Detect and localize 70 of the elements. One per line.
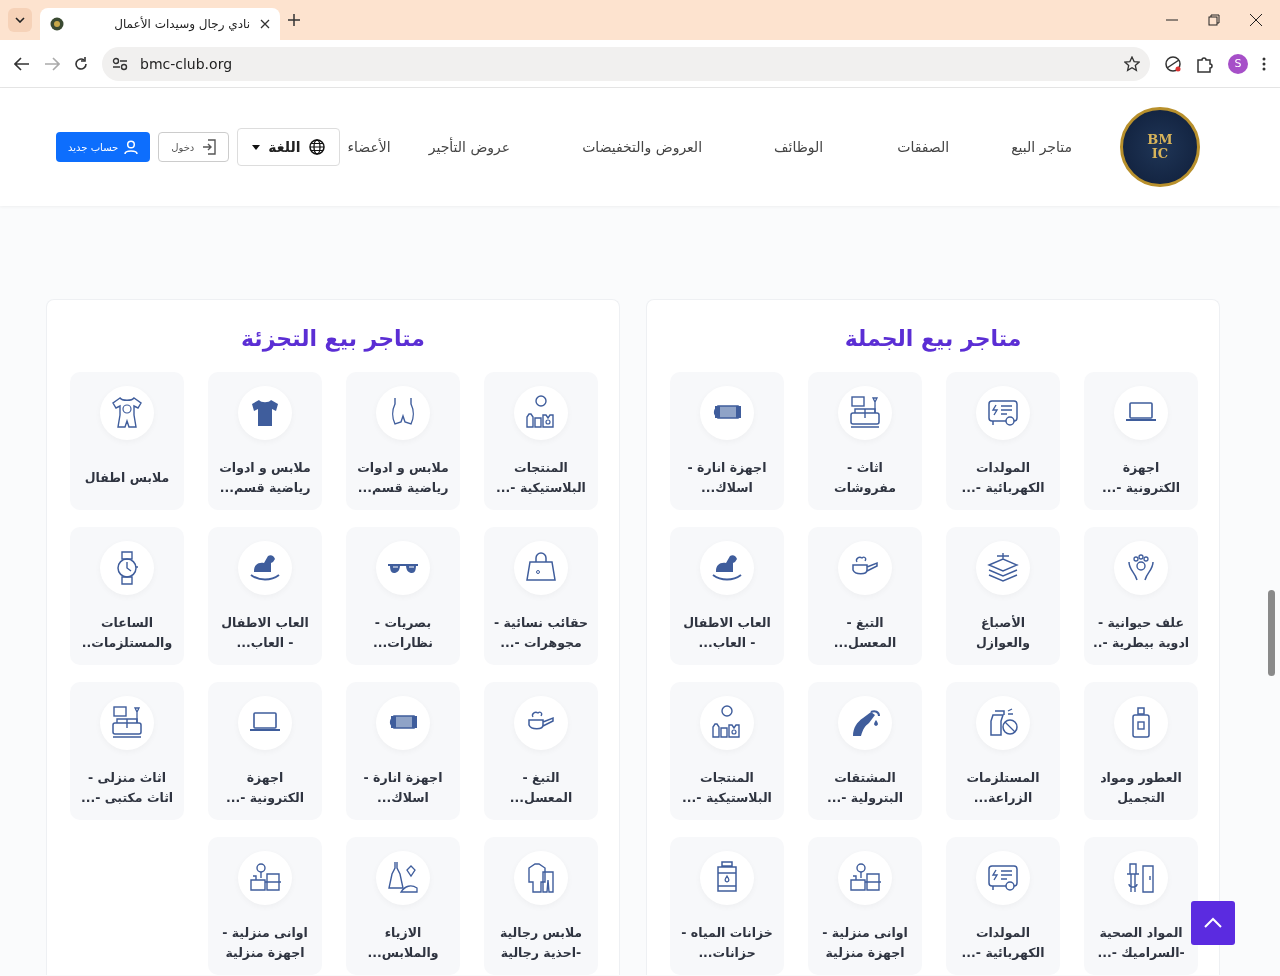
category-tile[interactable]: التبغ - المعسل... bbox=[808, 527, 922, 665]
caret-icon bbox=[252, 144, 261, 150]
panel-title: متاجر بيع الجملة bbox=[843, 325, 1023, 354]
site-logo-icon bbox=[50, 17, 64, 31]
close-icon[interactable] bbox=[1250, 14, 1262, 26]
category-tile[interactable]: اثاث - مفروشات bbox=[808, 372, 922, 510]
reload-icon[interactable] bbox=[74, 56, 88, 71]
category-tile[interactable]: ملابس رجالية -احذية رجالية bbox=[484, 837, 598, 975]
language-dropdown[interactable]: اللغة bbox=[237, 128, 340, 166]
category-tile[interactable]: اوانى منزلية - اجهزة منزلية bbox=[808, 837, 922, 975]
url-text: bmc-club.org bbox=[140, 55, 234, 72]
user-icon bbox=[124, 140, 139, 154]
category-tile[interactable]: الأصباغ والعوازل bbox=[946, 527, 1060, 665]
category-tile[interactable]: خزانات المياه - حزانات... bbox=[670, 837, 784, 975]
category-tile[interactable]: الساعات والمستلزمات.. bbox=[70, 527, 184, 665]
site-settings-icon[interactable] bbox=[112, 56, 128, 71]
category-tile[interactable]: المواد الصحية -السراميك -... bbox=[1084, 837, 1198, 975]
sunglasses-icon bbox=[388, 562, 418, 574]
category-tile[interactable]: اجهزة الكترونية -... bbox=[208, 682, 322, 820]
category-tile[interactable]: العاب الاطفال - العاب... bbox=[670, 527, 784, 665]
profile-avatar[interactable]: S bbox=[1228, 53, 1248, 74]
menu-icon[interactable] bbox=[1262, 56, 1266, 71]
category-tile[interactable]: المشتقات البترولية -... bbox=[808, 682, 922, 820]
category-tile[interactable]: اجهزة انارة - اسلاك... bbox=[670, 372, 784, 510]
extension-icon[interactable] bbox=[1164, 54, 1182, 73]
browser-tab[interactable]: نادي رجال وسيدات الأعمال bbox=[40, 8, 280, 40]
category-tile[interactable]: المنتجات البلاستيكية -... bbox=[484, 372, 598, 510]
category-tile[interactable]: بصريات - نظارات... bbox=[346, 527, 460, 665]
scrollbar[interactable] bbox=[1268, 590, 1275, 676]
nav-link[interactable]: العروض والتخفيضات bbox=[582, 139, 703, 155]
nav-link[interactable]: متاجر البيع bbox=[1011, 139, 1072, 155]
chevron-up-icon bbox=[1203, 917, 1223, 929]
category-tile[interactable]: اوانى منزلية - اجهزة منزلية bbox=[208, 837, 322, 975]
category-tile[interactable]: العاب الاطفال - العاب... bbox=[208, 527, 322, 665]
close-icon[interactable] bbox=[260, 19, 270, 29]
chevron-down-icon bbox=[15, 17, 25, 23]
category-tile[interactable]: اثاث منزلى - اثاث مكتبى -... bbox=[70, 682, 184, 820]
category-tile[interactable]: ملابس و ادوات رياضية قسم... bbox=[208, 372, 322, 510]
nav-link[interactable]: الوظائف bbox=[774, 139, 824, 155]
category-tile[interactable]: العطور ومواد التجميل bbox=[1084, 682, 1198, 820]
back-icon[interactable] bbox=[14, 56, 30, 71]
puzzle-icon[interactable] bbox=[1196, 54, 1214, 73]
category-tile[interactable]: اجهزة انارة - اسلاك... bbox=[346, 682, 460, 820]
scroll-top-button[interactable] bbox=[1191, 901, 1235, 945]
category-tile[interactable]: المنتجات البلاستيكية -... bbox=[670, 682, 784, 820]
category-tile[interactable]: علف حيوانية - ادوية بيطرية -.. bbox=[1084, 527, 1198, 665]
new-tab-icon[interactable] bbox=[288, 14, 300, 26]
category-tile[interactable]: التبغ - المعسل... bbox=[484, 682, 598, 820]
category-tile[interactable]: المولدات الكهربائية -... bbox=[946, 837, 1060, 975]
sign-in-icon bbox=[202, 139, 217, 155]
category-tile[interactable]: اجهزة الكترونية -... bbox=[1084, 372, 1198, 510]
nav-link[interactable]: الأعضاء bbox=[347, 139, 391, 155]
category-tile[interactable]: ملابس اطفال bbox=[70, 372, 184, 510]
star-icon[interactable] bbox=[1124, 55, 1140, 72]
nav-link[interactable]: عروض التأجير bbox=[428, 139, 511, 155]
address-bar[interactable]: bmc-club.org bbox=[102, 46, 1150, 81]
category-tile[interactable]: حقائب نسائية - مجوهرات -... bbox=[484, 527, 598, 665]
register-button[interactable]: حساب جديد bbox=[56, 132, 151, 162]
nav-link[interactable]: الصفقات bbox=[897, 139, 950, 155]
restore-icon[interactable] bbox=[1208, 14, 1220, 26]
category-tile[interactable]: المستلزمات الزراعة... bbox=[946, 682, 1060, 820]
category-tile[interactable]: ملابس و ادوات رياضية قسم... bbox=[346, 372, 460, 510]
club-logo[interactable]: BM IC bbox=[1120, 107, 1200, 187]
category-tile[interactable]: الازياء والملابس... bbox=[346, 837, 460, 975]
category-tile[interactable]: المولدات الكهربائية -... bbox=[946, 372, 1060, 510]
tab-search-button[interactable] bbox=[8, 8, 32, 32]
login-button[interactable]: دخول bbox=[158, 132, 230, 162]
panel-title: متاجر بيع التجزئة bbox=[240, 325, 426, 354]
globe-icon bbox=[308, 139, 325, 155]
tab-title: نادي رجال وسيدات الأعمال bbox=[113, 17, 250, 31]
